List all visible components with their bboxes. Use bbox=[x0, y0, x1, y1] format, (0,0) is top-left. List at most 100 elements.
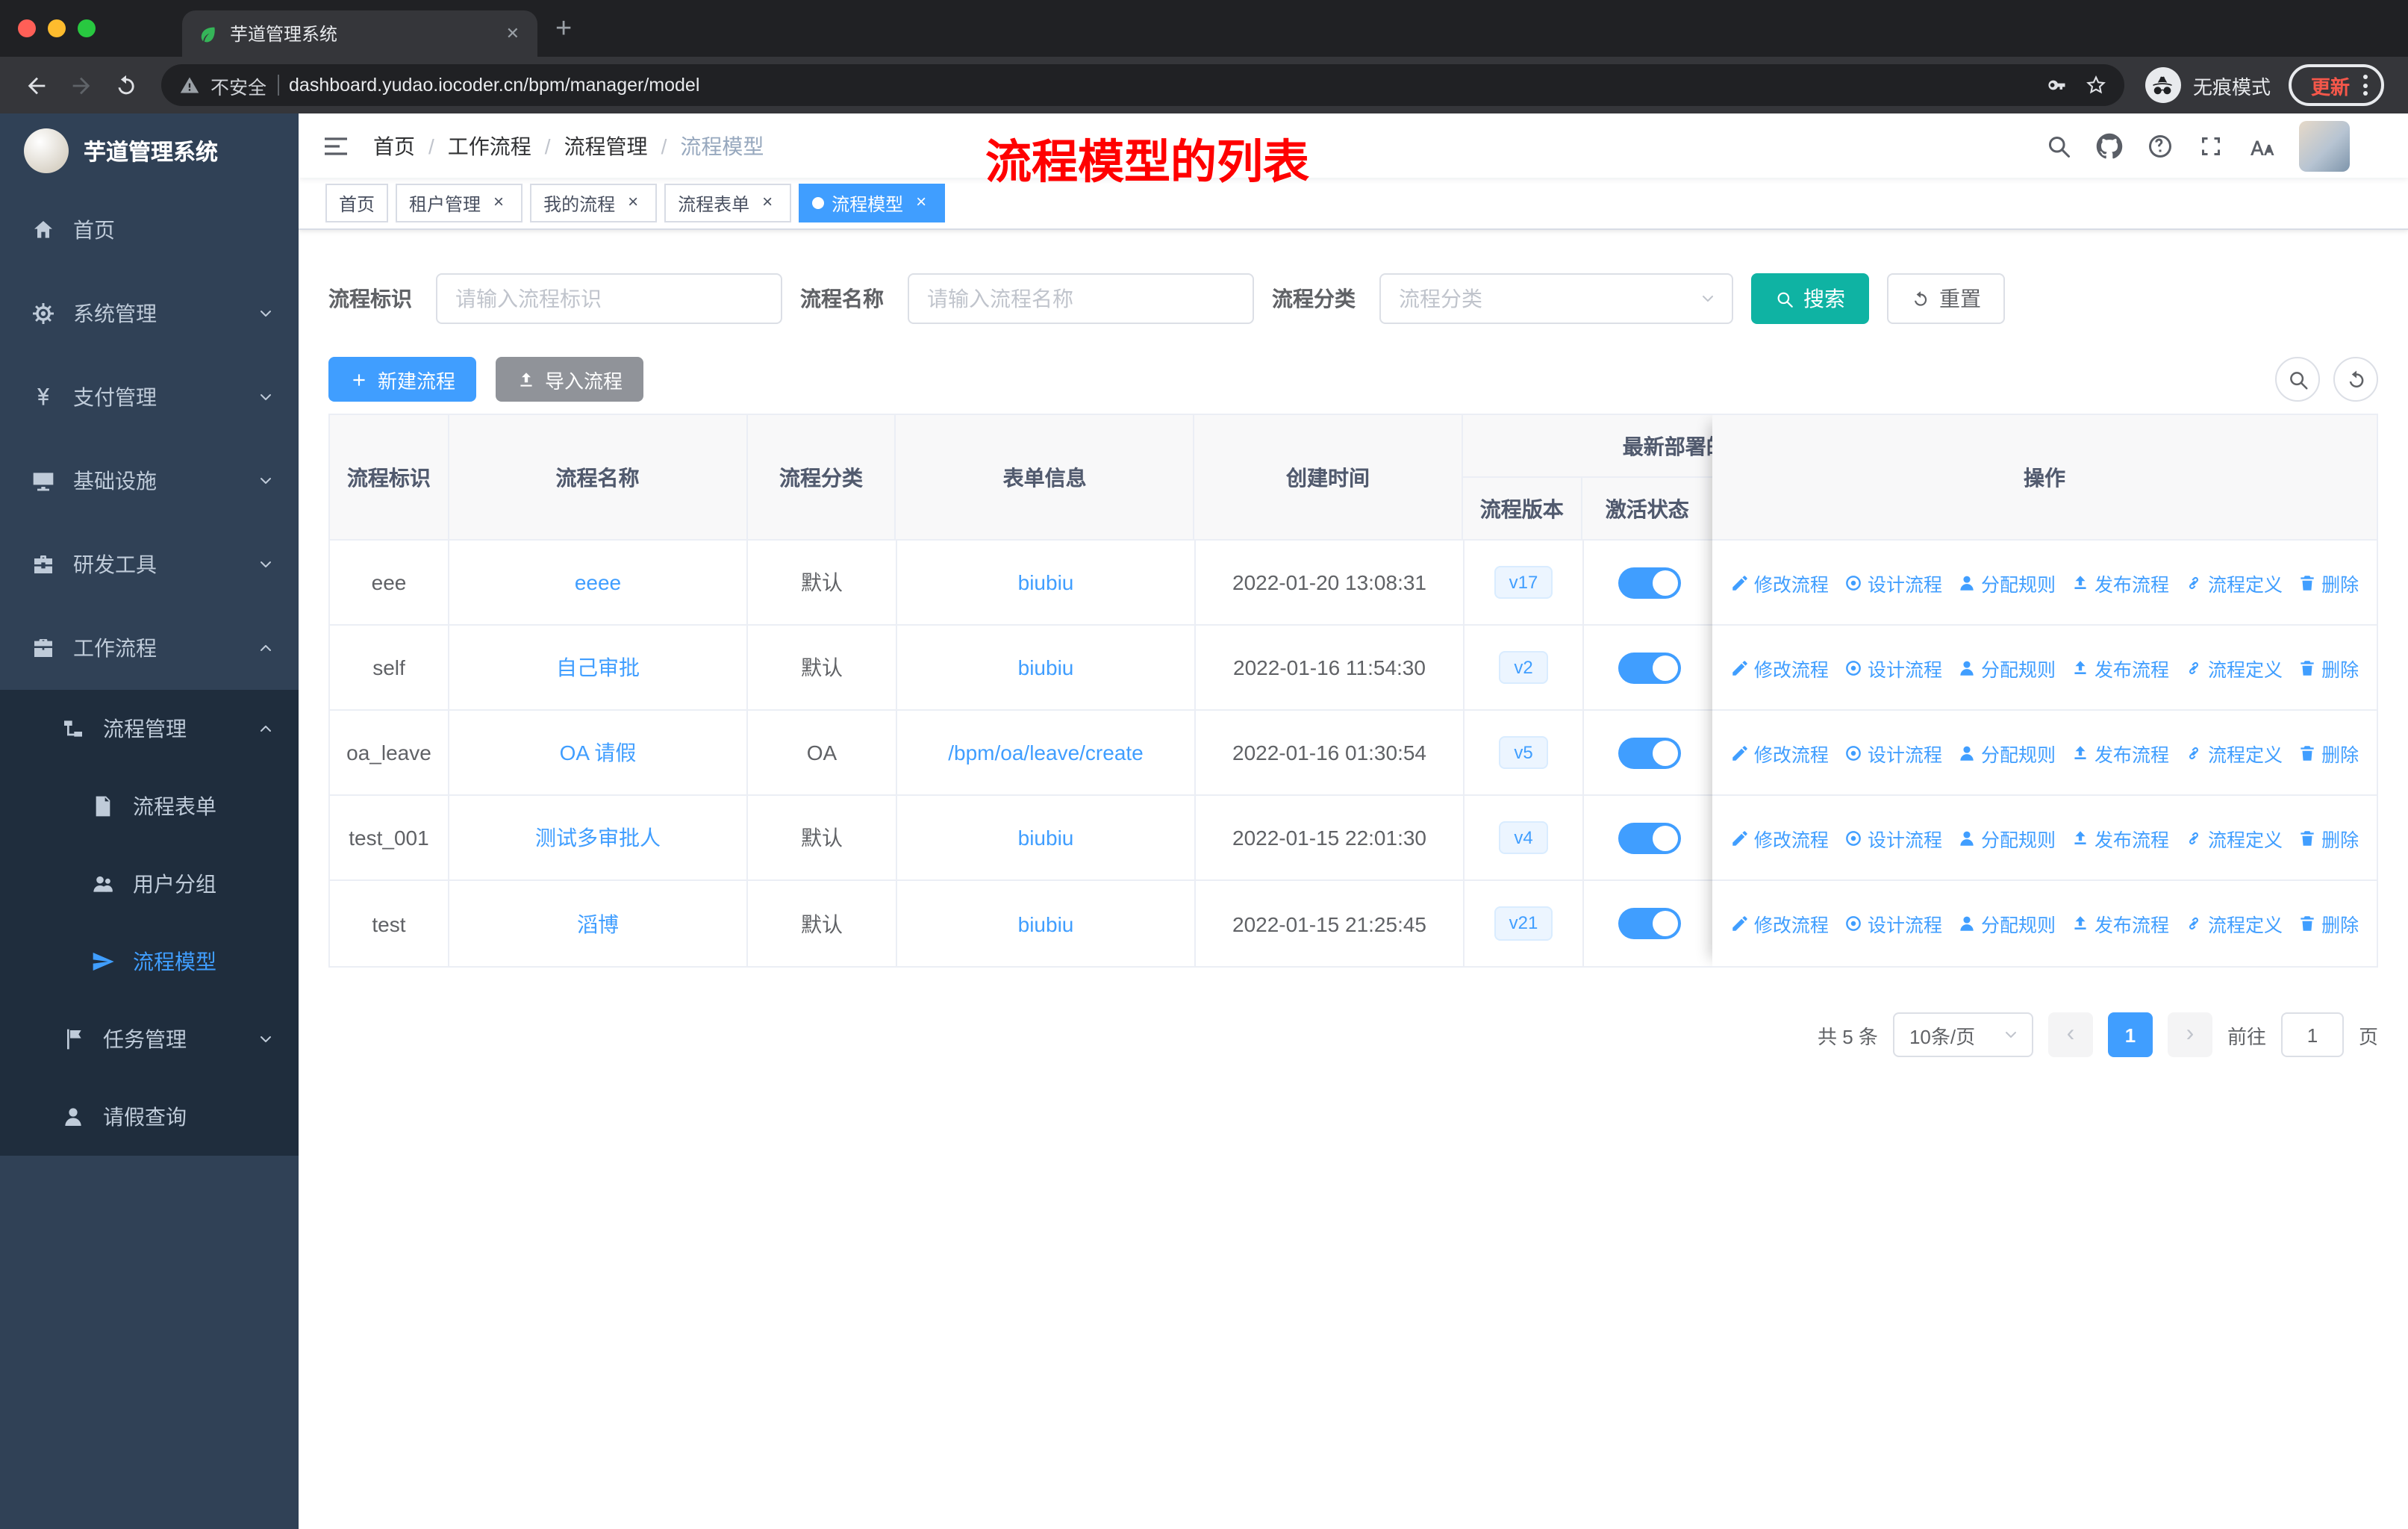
close-icon[interactable]: × bbox=[757, 192, 778, 214]
prev-page-button[interactable]: ‹ bbox=[2047, 1012, 2093, 1057]
action-delete-link[interactable]: 删除 bbox=[2298, 653, 2359, 682]
cell-process-name-link[interactable]: OA 请假 bbox=[449, 710, 748, 795]
sidebar-item-task-mgmt[interactable]: 任务管理 bbox=[0, 1000, 299, 1078]
cell-form-link[interactable]: biubiu bbox=[897, 540, 1196, 625]
tags-view-tab-process-form[interactable]: 流程表单 × bbox=[664, 184, 792, 222]
search-button[interactable]: 搜索 bbox=[1751, 273, 1869, 324]
sidebar-item-devtools[interactable]: 研发工具 bbox=[0, 523, 299, 606]
help-icon[interactable] bbox=[2147, 132, 2174, 159]
action-assign-link[interactable]: 分配规则 bbox=[1957, 738, 2056, 767]
fullscreen-icon[interactable] bbox=[2198, 132, 2224, 159]
action-delete-link[interactable]: 删除 bbox=[2298, 738, 2359, 767]
page-size-select[interactable]: 10条/页 bbox=[1892, 1012, 2033, 1057]
action-design-link[interactable]: 设计流程 bbox=[1844, 738, 1942, 767]
browser-tab[interactable]: 芋道管理系统 ✕ bbox=[182, 10, 537, 57]
category-select[interactable]: 流程分类 bbox=[1379, 273, 1733, 324]
font-size-icon[interactable] bbox=[2248, 132, 2275, 159]
tags-view-tab-tenant[interactable]: 租户管理 × bbox=[396, 184, 523, 222]
action-definition-link[interactable]: 流程定义 bbox=[2184, 653, 2283, 682]
cell-form-link[interactable]: biubiu bbox=[897, 625, 1196, 710]
action-publish-link[interactable]: 发布流程 bbox=[2071, 738, 2169, 767]
breadcrumb-process-mgmt[interactable]: 流程管理 bbox=[564, 131, 648, 161]
action-edit-link[interactable]: 修改流程 bbox=[1730, 823, 1829, 852]
action-definition-link[interactable]: 流程定义 bbox=[2184, 823, 2283, 852]
search-icon[interactable] bbox=[2045, 132, 2072, 159]
action-edit-link[interactable]: 修改流程 bbox=[1730, 909, 1829, 938]
refresh-table-button[interactable] bbox=[2333, 357, 2378, 402]
window-close-button[interactable] bbox=[18, 19, 36, 37]
action-assign-link[interactable]: 分配规则 bbox=[1957, 568, 2056, 597]
address-bar[interactable]: 不安全 dashboard.yudao.iocoder.cn/bpm/manag… bbox=[161, 64, 2124, 106]
cell-form-link[interactable]: biubiu bbox=[897, 881, 1196, 966]
breadcrumb-home[interactable]: 首页 bbox=[373, 131, 415, 161]
goto-page-input[interactable] bbox=[2280, 1012, 2344, 1057]
close-icon[interactable]: × bbox=[623, 192, 643, 214]
active-toggle[interactable] bbox=[1618, 908, 1680, 939]
close-icon[interactable]: × bbox=[488, 192, 509, 214]
cell-form-link[interactable]: /bpm/oa/leave/create bbox=[897, 710, 1196, 795]
action-publish-link[interactable]: 发布流程 bbox=[2071, 568, 2169, 597]
action-assign-link[interactable]: 分配规则 bbox=[1957, 823, 2056, 852]
back-button[interactable] bbox=[15, 64, 57, 106]
sidebar-item-user-group[interactable]: 用户分组 bbox=[0, 845, 299, 923]
active-toggle[interactable] bbox=[1618, 737, 1680, 768]
sidebar-item-payment[interactable]: 支付管理 bbox=[0, 355, 299, 439]
forward-button[interactable] bbox=[60, 64, 102, 106]
sidebar-item-infra[interactable]: 基础设施 bbox=[0, 439, 299, 523]
active-toggle[interactable] bbox=[1618, 652, 1680, 683]
sidebar-item-system[interactable]: 系统管理 bbox=[0, 272, 299, 355]
tags-view-tab-process-model[interactable]: 流程模型 × bbox=[799, 184, 946, 222]
cell-process-name-link[interactable]: eeee bbox=[449, 540, 748, 625]
key-filter-input[interactable] bbox=[436, 273, 782, 324]
active-toggle[interactable] bbox=[1618, 822, 1680, 853]
action-edit-link[interactable]: 修改流程 bbox=[1730, 738, 1829, 767]
cell-process-name-link[interactable]: 自己审批 bbox=[449, 625, 748, 710]
action-definition-link[interactable]: 流程定义 bbox=[2184, 568, 2283, 597]
active-toggle[interactable] bbox=[1618, 567, 1680, 598]
window-zoom-button[interactable] bbox=[78, 19, 96, 37]
action-definition-link[interactable]: 流程定义 bbox=[2184, 738, 2283, 767]
name-filter-input[interactable] bbox=[908, 273, 1254, 324]
action-definition-link[interactable]: 流程定义 bbox=[2184, 909, 2283, 938]
action-design-link[interactable]: 设计流程 bbox=[1844, 909, 1942, 938]
app-logo[interactable]: 芋道管理系统 bbox=[0, 113, 299, 188]
tags-view-tab-my-process[interactable]: 我的流程 × bbox=[530, 184, 658, 222]
action-publish-link[interactable]: 发布流程 bbox=[2071, 823, 2169, 852]
update-button[interactable]: 更新 bbox=[2288, 64, 2384, 106]
password-key-icon[interactable] bbox=[2047, 75, 2068, 96]
import-process-button[interactable]: 导入流程 bbox=[496, 357, 644, 402]
tags-view-tab-home[interactable]: 首页 bbox=[325, 184, 389, 222]
action-edit-link[interactable]: 修改流程 bbox=[1730, 568, 1829, 597]
reset-button[interactable]: 重置 bbox=[1887, 273, 2005, 324]
hamburger-icon[interactable] bbox=[321, 131, 351, 161]
action-delete-link[interactable]: 删除 bbox=[2298, 568, 2359, 597]
action-publish-link[interactable]: 发布流程 bbox=[2071, 653, 2169, 682]
cell-process-name-link[interactable]: 测试多审批人 bbox=[449, 795, 748, 880]
action-publish-link[interactable]: 发布流程 bbox=[2071, 909, 2169, 938]
sidebar-item-process-mgmt[interactable]: 流程管理 bbox=[0, 690, 299, 767]
action-edit-link[interactable]: 修改流程 bbox=[1730, 653, 1829, 682]
action-delete-link[interactable]: 删除 bbox=[2298, 823, 2359, 852]
sidebar-item-process-form[interactable]: 流程表单 bbox=[0, 767, 299, 845]
bookmark-star-icon[interactable] bbox=[2086, 75, 2106, 96]
action-assign-link[interactable]: 分配规则 bbox=[1957, 653, 2056, 682]
tab-close-icon[interactable]: ✕ bbox=[503, 21, 523, 46]
action-design-link[interactable]: 设计流程 bbox=[1844, 823, 1942, 852]
action-design-link[interactable]: 设计流程 bbox=[1844, 653, 1942, 682]
github-icon[interactable] bbox=[2096, 132, 2123, 159]
close-icon[interactable]: × bbox=[911, 192, 932, 214]
action-delete-link[interactable]: 删除 bbox=[2298, 909, 2359, 938]
cell-form-link[interactable]: biubiu bbox=[897, 795, 1196, 880]
toggle-search-button[interactable] bbox=[2275, 357, 2320, 402]
sidebar-item-workflow[interactable]: 工作流程 bbox=[0, 606, 299, 690]
breadcrumb-workflow[interactable]: 工作流程 bbox=[448, 131, 531, 161]
action-design-link[interactable]: 设计流程 bbox=[1844, 568, 1942, 597]
window-minimize-button[interactable] bbox=[48, 19, 66, 37]
sidebar-item-process-model[interactable]: 流程模型 bbox=[0, 923, 299, 1000]
create-process-button[interactable]: 新建流程 bbox=[328, 357, 477, 402]
next-page-button[interactable]: › bbox=[2167, 1012, 2212, 1057]
cell-process-name-link[interactable]: 滔博 bbox=[449, 881, 748, 966]
current-page-button[interactable]: 1 bbox=[2107, 1012, 2153, 1057]
new-tab-button[interactable]: + bbox=[555, 9, 572, 51]
action-assign-link[interactable]: 分配规则 bbox=[1957, 909, 2056, 938]
